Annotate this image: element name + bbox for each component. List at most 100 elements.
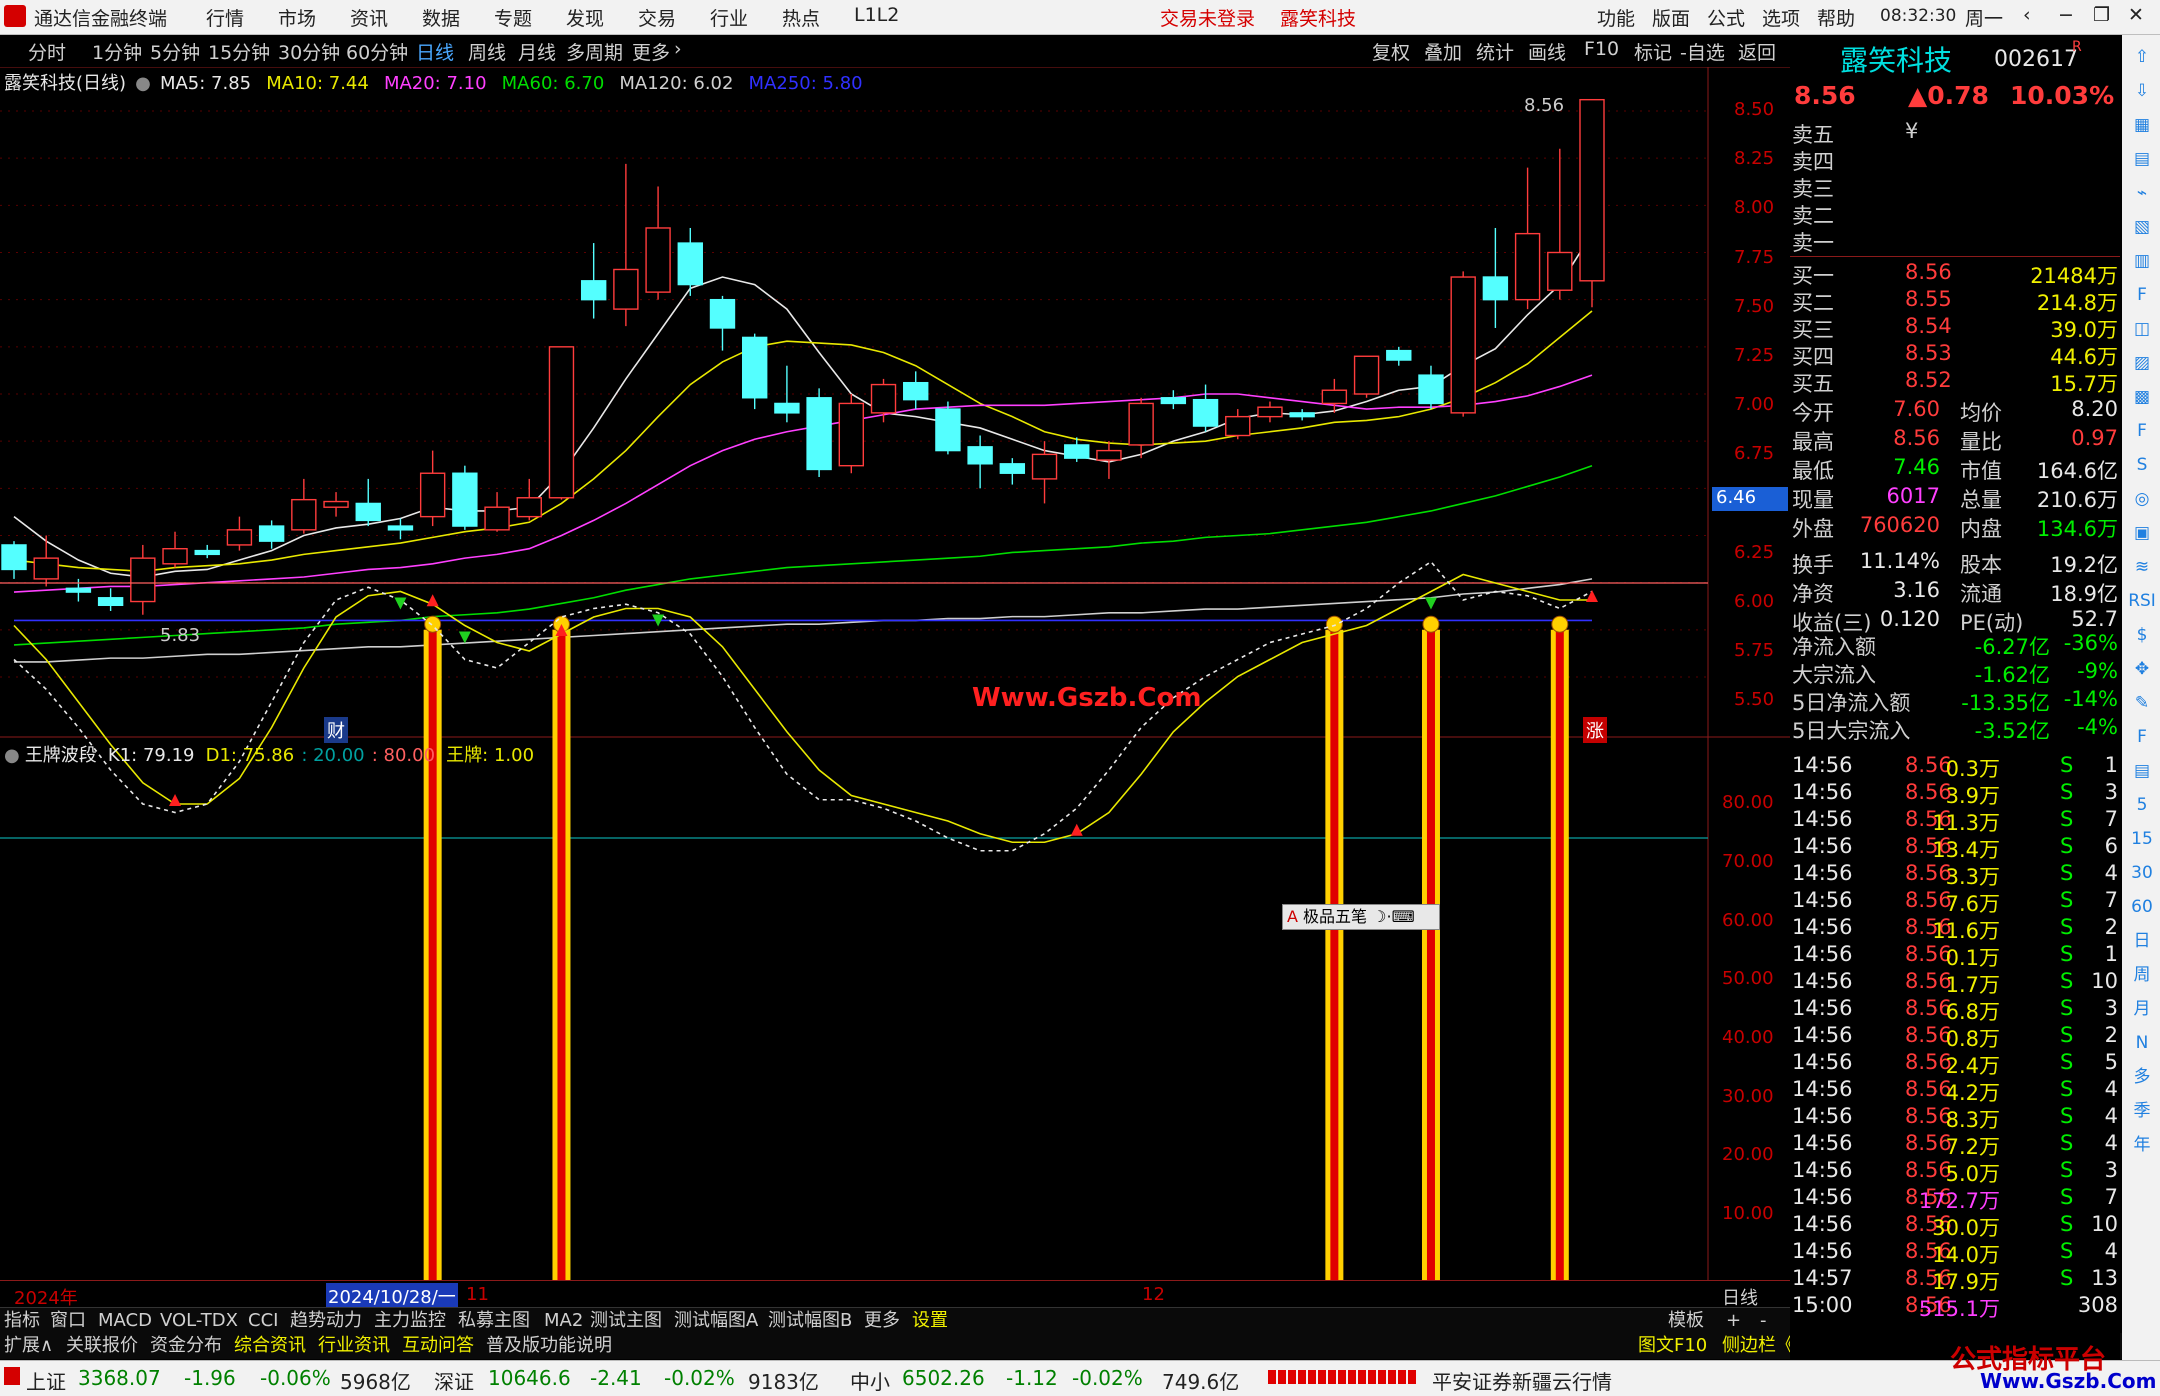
kline-chart[interactable] xyxy=(0,67,1790,1295)
tab[interactable]: MA2 xyxy=(544,1308,583,1334)
tab[interactable]: 模板 xyxy=(1668,1308,1704,1334)
tab[interactable]: CCI xyxy=(248,1308,278,1334)
sidebar-icon[interactable]: ▧ xyxy=(2128,213,2156,241)
sidebar-icon[interactable]: N xyxy=(2128,1029,2156,1057)
period-10[interactable]: 多周期 xyxy=(566,38,623,65)
sidebar-icon[interactable]: 年 xyxy=(2128,1131,2156,1159)
tab[interactable]: 指标 xyxy=(4,1308,40,1334)
menu-item[interactable]: 交易 xyxy=(638,4,676,31)
toolbar-item[interactable]: 画线 xyxy=(1528,38,1566,65)
toolbar-item[interactable]: F10 xyxy=(1584,38,1619,60)
sidebar-icon[interactable]: ▦ xyxy=(2128,111,2156,139)
tab[interactable]: + xyxy=(1726,1308,1741,1334)
menu-item[interactable]: 行情 xyxy=(206,4,244,31)
close-icon[interactable]: ✕ xyxy=(2128,4,2144,26)
chevron-right-icon[interactable]: › xyxy=(674,38,682,60)
period-5[interactable]: 30分钟 xyxy=(278,38,340,65)
sidebar-icon[interactable]: ▤ xyxy=(2128,145,2156,173)
menu-item[interactable]: 专题 xyxy=(494,4,532,31)
tab[interactable]: - xyxy=(1760,1308,1767,1334)
tab[interactable]: 测试幅图A xyxy=(674,1308,758,1334)
tab[interactable]: 更多 xyxy=(864,1308,900,1334)
sidebar-icon[interactable]: 季 xyxy=(2128,1097,2156,1125)
sidebar-icon[interactable]: ≋ xyxy=(2128,553,2156,581)
menu-item[interactable]: 资讯 xyxy=(350,4,388,31)
toolbar-item[interactable]: 返回 xyxy=(1738,38,1776,65)
sidebar-icon[interactable]: 多 xyxy=(2128,1063,2156,1091)
tab[interactable]: 图文F10 xyxy=(1638,1333,1707,1359)
index-name[interactable]: 深证 xyxy=(434,1366,474,1395)
tab[interactable]: 互动问答 xyxy=(402,1333,474,1359)
tab[interactable]: 测试幅图B xyxy=(768,1308,852,1334)
sidebar-icon[interactable]: ▨ xyxy=(2128,349,2156,377)
period-6[interactable]: 60分钟 xyxy=(346,38,408,65)
tab[interactable]: 侧边栏《 xyxy=(1722,1333,1794,1359)
sidebar-icon[interactable]: 60 xyxy=(2128,893,2156,921)
period-8[interactable]: 周线 xyxy=(468,38,506,65)
menu-item[interactable]: 行业 xyxy=(710,4,748,31)
period-4[interactable]: 15分钟 xyxy=(208,38,270,65)
period-11[interactable]: 更多 xyxy=(632,38,670,65)
period-9[interactable]: 月线 xyxy=(518,38,556,65)
sidebar-icon[interactable]: ✥ xyxy=(2128,655,2156,683)
sidebar-icon[interactable]: ◫ xyxy=(2128,315,2156,343)
sidebar-icon[interactable]: ▤ xyxy=(2128,757,2156,785)
sidebar-icon[interactable]: ⇩ xyxy=(2128,77,2156,105)
tab[interactable]: VOL-TDX xyxy=(160,1308,238,1334)
badge-zhang[interactable]: 涨 xyxy=(1583,717,1607,743)
menu-item[interactable]: 选项 xyxy=(1762,4,1800,31)
tab[interactable]: 普及版功能说明 xyxy=(486,1333,612,1359)
toolbar-item[interactable]: 统计 xyxy=(1476,38,1514,65)
toolbar-item[interactable]: -自选 xyxy=(1680,38,1725,65)
sidebar-icon[interactable]: 30 xyxy=(2128,859,2156,887)
tab[interactable]: 私募主图 xyxy=(458,1308,530,1334)
sidebar-icon[interactable]: F xyxy=(2128,281,2156,309)
period-3[interactable]: 5分钟 xyxy=(150,38,200,65)
settings-circle-icon[interactable]: ● xyxy=(4,745,20,766)
menu-item[interactable]: 公式 xyxy=(1707,4,1745,31)
index-name[interactable]: 中小 xyxy=(850,1366,890,1395)
menu-item[interactable]: 数据 xyxy=(422,4,460,31)
period-2[interactable]: 1分钟 xyxy=(92,38,142,65)
sidebar-icon[interactable]: RSI xyxy=(2128,587,2156,615)
sidebar-icon[interactable]: ⇧ xyxy=(2128,43,2156,71)
toolbar-item[interactable]: 复权 xyxy=(1372,38,1410,65)
sidebar-icon[interactable]: F xyxy=(2128,723,2156,751)
sidebar-icon[interactable]: ▣ xyxy=(2128,519,2156,547)
period-1[interactable]: 分时 xyxy=(28,38,66,65)
back-icon[interactable]: ‹ xyxy=(2023,4,2031,26)
tab[interactable]: 趋势动力 xyxy=(290,1308,362,1334)
sidebar-icon[interactable]: 周 xyxy=(2128,961,2156,989)
menu-item[interactable]: 功能 xyxy=(1597,4,1635,31)
sidebar-icon[interactable]: ◎ xyxy=(2128,485,2156,513)
sidebar-icon[interactable]: ⌁ xyxy=(2128,179,2156,207)
sidebar-icon[interactable]: 日 xyxy=(2128,927,2156,955)
restore-icon[interactable]: ❐ xyxy=(2093,4,2110,26)
tab[interactable]: 扩展∧ xyxy=(4,1333,53,1359)
tab[interactable]: 测试主图 xyxy=(590,1308,662,1334)
sidebar-icon[interactable]: F xyxy=(2128,417,2156,445)
period-7[interactable]: 日线 xyxy=(416,38,454,65)
tab[interactable]: MACD xyxy=(98,1308,152,1334)
menu-item[interactable]: 热点 xyxy=(782,4,820,31)
sidebar-icon[interactable]: ✎ xyxy=(2128,689,2156,717)
menu-item[interactable]: 版面 xyxy=(1652,4,1690,31)
sidebar-icon[interactable]: 月 xyxy=(2128,995,2156,1023)
ime-popup[interactable]: A 极品五笔 ☽·⌨ xyxy=(1282,904,1440,930)
tab[interactable]: 资金分布 xyxy=(150,1333,222,1359)
tab[interactable]: 主力监控 xyxy=(374,1308,446,1334)
sidebar-icon[interactable]: ▥ xyxy=(2128,247,2156,275)
sidebar-icon[interactable]: $ xyxy=(2128,621,2156,649)
trade-status[interactable]: 交易未登录 xyxy=(1160,4,1255,31)
toolbar-item[interactable]: 叠加 xyxy=(1424,38,1462,65)
sidebar-icon[interactable]: ▩ xyxy=(2128,383,2156,411)
menu-item[interactable]: 市场 xyxy=(278,4,316,31)
sidebar-icon[interactable]: S xyxy=(2128,451,2156,479)
badge-cai[interactable]: 财 xyxy=(324,717,348,743)
index-name[interactable]: 上证 xyxy=(26,1366,66,1395)
minimize-icon[interactable]: − xyxy=(2058,4,2074,26)
menu-item[interactable]: L1L2 xyxy=(854,4,899,26)
tab[interactable]: 综合资讯 xyxy=(234,1333,306,1359)
sidebar-icon[interactable]: 15 xyxy=(2128,825,2156,853)
sidebar-icon[interactable]: 5 xyxy=(2128,791,2156,819)
